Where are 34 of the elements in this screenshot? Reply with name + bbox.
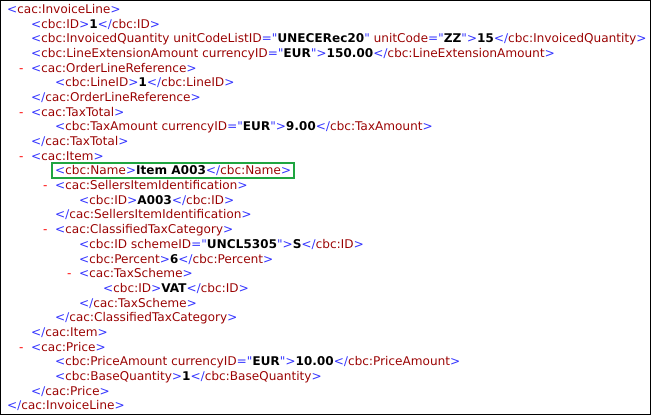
xml-line: <cac:ClassifiedTaxCategory> — [54, 221, 234, 238]
xml-line: </cac:ClassifiedTaxCategory> — [54, 309, 238, 326]
xml-line: <cac:Item> — [30, 148, 105, 164]
xml-line: <cac:InvoiceLine> — [6, 1, 122, 18]
xml-line: <cac:SellersItemIdentification> — [54, 177, 248, 194]
xml-line: </cac:TaxScheme> — [78, 294, 198, 312]
xml-line: </cac:Price> — [30, 382, 111, 400]
xml-line: <cbc:LineID>1</cbc:LineID> — [54, 74, 236, 92]
xml-line: <cbc:ID>VAT</cbc:ID> — [102, 280, 250, 297]
xml-line: <cbc:TaxAmount currencyID="EUR">9.00</cbc:TaxAmount> — [54, 118, 434, 136]
collapse-toggle[interactable]: - — [19, 106, 24, 119]
xml-line: <cbc:ID>1</cbc:ID> — [30, 16, 161, 32]
xml-line: </cac:InvoiceLine> — [6, 397, 126, 414]
xml-line: </cac:Item> — [30, 324, 109, 341]
collapse-toggle[interactable]: - — [67, 267, 72, 280]
xml-line: </cac:SellersItemIdentification> — [54, 206, 253, 224]
xml-line: <cac:OrderLineReference> — [30, 60, 198, 76]
xml-line: <cac:TaxScheme> — [78, 265, 194, 282]
collapse-toggle[interactable]: - — [43, 179, 48, 192]
xml-line: <cbc:ID>A003</cbc:ID> — [78, 192, 236, 208]
collapse-toggle[interactable]: - — [19, 62, 24, 75]
xml-line: <cbc:PriceAmount currencyID="EUR">10.00</cbc:PriceAmount> — [54, 353, 462, 370]
xml-line: <cbc:LineExtensionAmount currencyID="EUR">150.00</cbc:LineExtensionAmount> — [30, 44, 556, 62]
collapse-toggle[interactable]: - — [19, 150, 24, 163]
xml-line: </cac:TaxTotal> — [30, 133, 130, 150]
xml-line: <cac:TaxTotal> — [30, 104, 126, 120]
xml-line: <cbc:InvoicedQuantity unitCodeListID="UNECERec20" unitCode="ZZ">15</cbc:InvoicedQuantity> — [30, 30, 648, 48]
collapse-toggle[interactable]: - — [19, 340, 24, 354]
collapse-toggle[interactable]: - — [43, 223, 48, 236]
xml-line: <cbc:BaseQuantity>1</cbc:BaseQuantity> — [54, 368, 323, 386]
xml-line: <cbc:Percent>6</cbc:Percent> — [78, 250, 274, 268]
xml-line: <cbc:ID schemeID="UNCL5305">S</cbc:ID> — [78, 236, 365, 253]
xml-line: <cac:Price> — [30, 338, 107, 356]
xml-line: </cac:OrderLineReference> — [30, 88, 202, 106]
